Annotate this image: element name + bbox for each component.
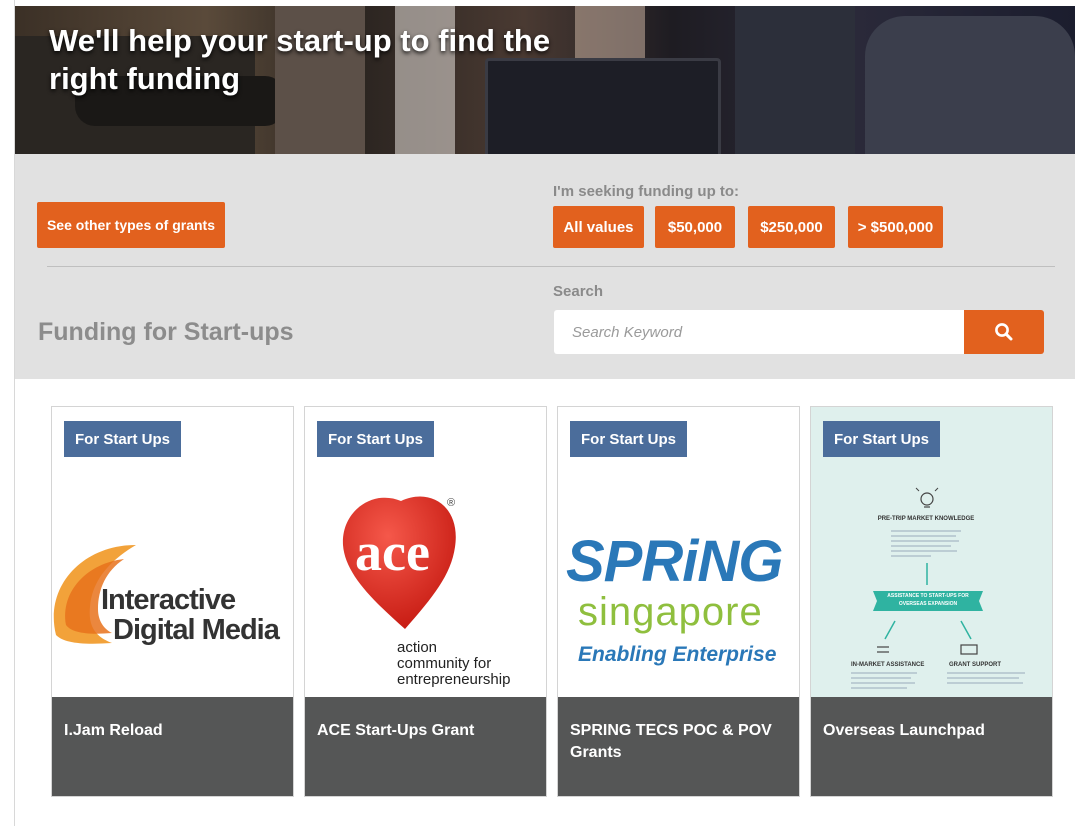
card-tag: For Start Ups <box>64 421 182 457</box>
infographic-right-heading: GRANT SUPPORT <box>949 662 1002 668</box>
infographic-graphics <box>851 487 1025 689</box>
grant-card-spring-tecs-poc-pov-grants[interactable]: For Start Ups SPRiNG singapore Enabling … <box>557 406 800 797</box>
idm-logo-line1: Interactive <box>101 584 236 616</box>
spring-logo-line2: singapore <box>578 590 763 634</box>
card-tag: For Start Ups <box>823 421 941 457</box>
card-title: ACE Start-Ups Grant <box>305 697 546 796</box>
card-tag: For Start Ups <box>317 421 435 457</box>
infographic-banner-line1: ASSISTANCE TO START-UPS FOR <box>887 593 969 599</box>
ace-logo: ace ® action community for entrepreneurs… <box>305 467 546 697</box>
card-tag: For Start Ups <box>570 421 688 457</box>
lightbulb-icon <box>915 487 939 508</box>
search-icon <box>995 323 1013 341</box>
grant-card-overseas-launchpad[interactable]: For Start Ups PRE-TRIP MARKET KNOWLEDGE … <box>810 406 1053 797</box>
infographic-left-heading: IN-MARKET ASSISTANCE <box>851 662 925 668</box>
amount-button-500000-plus[interactable]: > $500,000 <box>848 206 943 248</box>
search-button[interactable] <box>964 310 1044 354</box>
money-icon <box>960 644 978 655</box>
amount-button-250000[interactable]: $250,000 <box>748 206 835 248</box>
ace-logo-line1: action <box>397 639 438 656</box>
funding-label: I'm seeking funding up to: <box>553 183 740 200</box>
overseas-launchpad-infographic: PRE-TRIP MARKET KNOWLEDGE ASSISTANCE TO … <box>811 467 1052 697</box>
card-title: Overseas Launchpad <box>811 697 1052 796</box>
infographic-heading: PRE-TRIP MARKET KNOWLEDGE <box>877 516 975 522</box>
ace-logo-line3: entrepreneurship <box>397 671 511 688</box>
ace-logo-line2: community for <box>397 655 492 672</box>
card-title: I.Jam Reload <box>52 697 293 796</box>
spring-logo-line3: Enabling Enterprise <box>578 643 777 666</box>
spring-logo-line1: SPRiNG <box>566 529 783 594</box>
ace-registered-mark: ® <box>447 497 456 509</box>
amount-button-50000[interactable]: $50,000 <box>655 206 735 248</box>
spring-singapore-logo: SPRiNG singapore Enabling Enterprise <box>558 467 799 697</box>
grant-card-ace-start-ups-grant[interactable]: For Start Ups ace ® action community for… <box>304 406 547 797</box>
transfer-icon <box>877 646 889 653</box>
ace-logo-mark: ace <box>355 522 430 582</box>
panel-divider <box>47 266 1055 267</box>
section-title: Funding for Start-ups <box>38 318 294 346</box>
infographic-banner-line2: OVERSEAS EXPANSION <box>898 601 958 607</box>
see-other-grants-button[interactable]: See other types of grants <box>37 202 225 248</box>
card-title: SPRING TECS POC & POV Grants <box>558 697 799 796</box>
hero-photo-figure <box>865 16 1075 154</box>
idm-logo-line2: Digital Media <box>113 614 280 646</box>
interactive-digital-media-logo: Interactive Digital Media <box>52 467 293 697</box>
search-input[interactable] <box>554 310 964 354</box>
grant-card-ijam-reload[interactable]: For Start Ups Interactive Digital Media … <box>51 406 294 797</box>
amount-button-all-values[interactable]: All values <box>553 206 644 248</box>
hero-banner: We'll help your start-up to find the rig… <box>15 6 1075 154</box>
hero-title: We'll help your start-up to find the rig… <box>49 23 551 96</box>
hero-photo-figure <box>735 6 855 154</box>
idm-swoosh-icon <box>53 545 136 644</box>
search-label: Search <box>553 283 604 300</box>
